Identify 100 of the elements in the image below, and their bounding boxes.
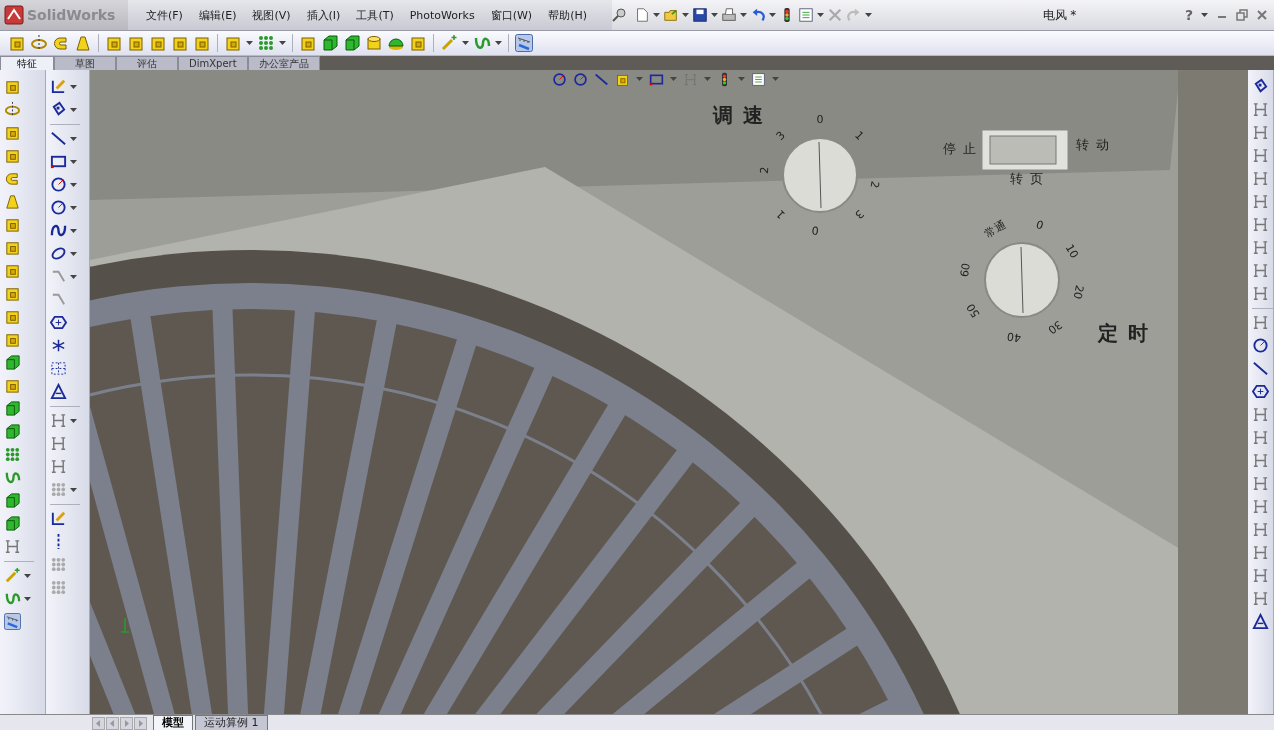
line-icon[interactable]: [1252, 360, 1269, 378]
axis-icon[interactable]: [30, 33, 48, 52]
tool-icon[interactable]: [1252, 590, 1269, 608]
caret-icon[interactable]: [495, 40, 502, 45]
triangle-icon[interactable]: [1252, 613, 1269, 631]
tool-icon[interactable]: [1252, 262, 1269, 280]
caret-icon[interactable]: [769, 13, 776, 17]
cube-icon[interactable]: [4, 124, 21, 142]
caret-icon[interactable]: [70, 84, 77, 89]
cube-icon[interactable]: [4, 492, 21, 510]
tool-icon[interactable]: [50, 435, 67, 453]
magnet-icon[interactable]: [4, 170, 21, 188]
tool-icon[interactable]: [1252, 147, 1269, 165]
cube-icon[interactable]: [4, 377, 21, 395]
caret-icon[interactable]: [711, 13, 718, 17]
menu-item[interactable]: 视图(V): [244, 7, 299, 23]
cube-icon[interactable]: [4, 354, 21, 372]
ruler-icon[interactable]: [515, 33, 533, 52]
circle-icon[interactable]: [50, 176, 67, 194]
tool-icon[interactable]: [50, 412, 67, 430]
ellipse-icon[interactable]: [50, 245, 67, 263]
cylinder-icon[interactable]: [365, 33, 383, 52]
caret-icon[interactable]: [279, 40, 286, 45]
checklist-icon[interactable]: [798, 7, 814, 23]
circle-icon[interactable]: [50, 199, 67, 217]
axis-icon[interactable]: [4, 101, 21, 119]
tool-icon[interactable]: [1252, 193, 1269, 211]
cube-icon[interactable]: [321, 33, 339, 52]
save-icon[interactable]: [692, 7, 708, 23]
caret-icon[interactable]: [740, 13, 747, 17]
menu-item[interactable]: 文件(F): [138, 7, 191, 23]
tool-icon[interactable]: [1252, 406, 1269, 424]
menu-item[interactable]: 编辑(E): [190, 7, 245, 23]
caret-icon[interactable]: [653, 13, 660, 17]
tool-icon[interactable]: [1252, 216, 1269, 234]
tool-icon[interactable]: [1252, 124, 1269, 142]
caret-icon[interactable]: [70, 251, 77, 256]
caret-icon[interactable]: [70, 228, 77, 233]
hexagon-icon[interactable]: [1252, 383, 1269, 401]
tool-icon[interactable]: [1252, 544, 1269, 562]
caret-icon[interactable]: [70, 205, 77, 210]
help-button[interactable]: ?: [1184, 7, 1193, 23]
cube-icon[interactable]: [4, 285, 21, 303]
dot-grid-icon[interactable]: [50, 579, 67, 597]
cube-icon[interactable]: [4, 78, 21, 96]
cube-icon[interactable]: [4, 216, 21, 234]
caret-icon[interactable]: [682, 13, 689, 17]
caret-icon[interactable]: [1201, 13, 1208, 17]
undo-icon[interactable]: [750, 7, 766, 23]
dot-grid-icon[interactable]: [50, 481, 67, 499]
caret-icon[interactable]: [70, 136, 77, 141]
caret-icon[interactable]: [70, 274, 77, 279]
dot-grid-icon[interactable]: [257, 33, 275, 52]
model-tab[interactable]: 运动算例 1: [195, 715, 268, 730]
caret-icon[interactable]: [70, 107, 77, 112]
tool-icon[interactable]: [50, 458, 67, 476]
cube-icon[interactable]: [4, 308, 21, 326]
grid-icon[interactable]: [50, 360, 67, 378]
cube-icon[interactable]: [4, 262, 21, 280]
tool-icon[interactable]: [1252, 101, 1269, 119]
document-icon[interactable]: [634, 7, 650, 23]
close-icon[interactable]: [1256, 9, 1268, 21]
dot-grid-icon[interactable]: [50, 556, 67, 574]
cube-icon[interactable]: [4, 147, 21, 165]
tool-icon[interactable]: [1252, 170, 1269, 188]
dot-grid-icon[interactable]: [4, 446, 21, 464]
tool-icon[interactable]: [1252, 285, 1269, 303]
sketch-icon[interactable]: [50, 78, 67, 96]
cube-icon[interactable]: [4, 331, 21, 349]
caret-icon[interactable]: [462, 40, 469, 45]
tool-icon[interactable]: [1252, 239, 1269, 257]
circle-icon[interactable]: [1252, 337, 1269, 355]
tool-icon[interactable]: [1252, 452, 1269, 470]
restore-icon[interactable]: [1236, 9, 1248, 21]
caret-icon[interactable]: [70, 182, 77, 187]
model-tab[interactable]: 模型: [153, 715, 193, 730]
tool-icon[interactable]: [4, 538, 21, 556]
line-icon[interactable]: [50, 130, 67, 148]
tool-icon[interactable]: [1252, 429, 1269, 447]
rectangle-icon[interactable]: [50, 153, 67, 171]
printer-icon[interactable]: [721, 7, 737, 23]
menu-item[interactable]: PhotoWorks: [401, 8, 483, 22]
caret-icon[interactable]: [24, 596, 31, 601]
caret-icon[interactable]: [70, 487, 77, 492]
tool-icon[interactable]: [1252, 567, 1269, 585]
sketch-icon[interactable]: [50, 510, 67, 528]
bell-icon[interactable]: [4, 193, 21, 211]
triangle-icon[interactable]: [50, 383, 67, 401]
caret-icon[interactable]: [246, 40, 253, 45]
menu-item[interactable]: 插入(I): [298, 7, 349, 23]
caret-icon[interactable]: [817, 13, 824, 17]
cube-icon[interactable]: [343, 33, 361, 52]
cube-icon[interactable]: [4, 400, 21, 418]
tool-icon[interactable]: [1252, 521, 1269, 539]
ruler-icon[interactable]: [4, 613, 21, 631]
bell-icon[interactable]: [74, 33, 92, 52]
tool-icon[interactable]: [1252, 314, 1269, 332]
tool-icon[interactable]: [1252, 498, 1269, 516]
caret-icon[interactable]: [24, 573, 31, 578]
cube-icon[interactable]: [4, 239, 21, 257]
